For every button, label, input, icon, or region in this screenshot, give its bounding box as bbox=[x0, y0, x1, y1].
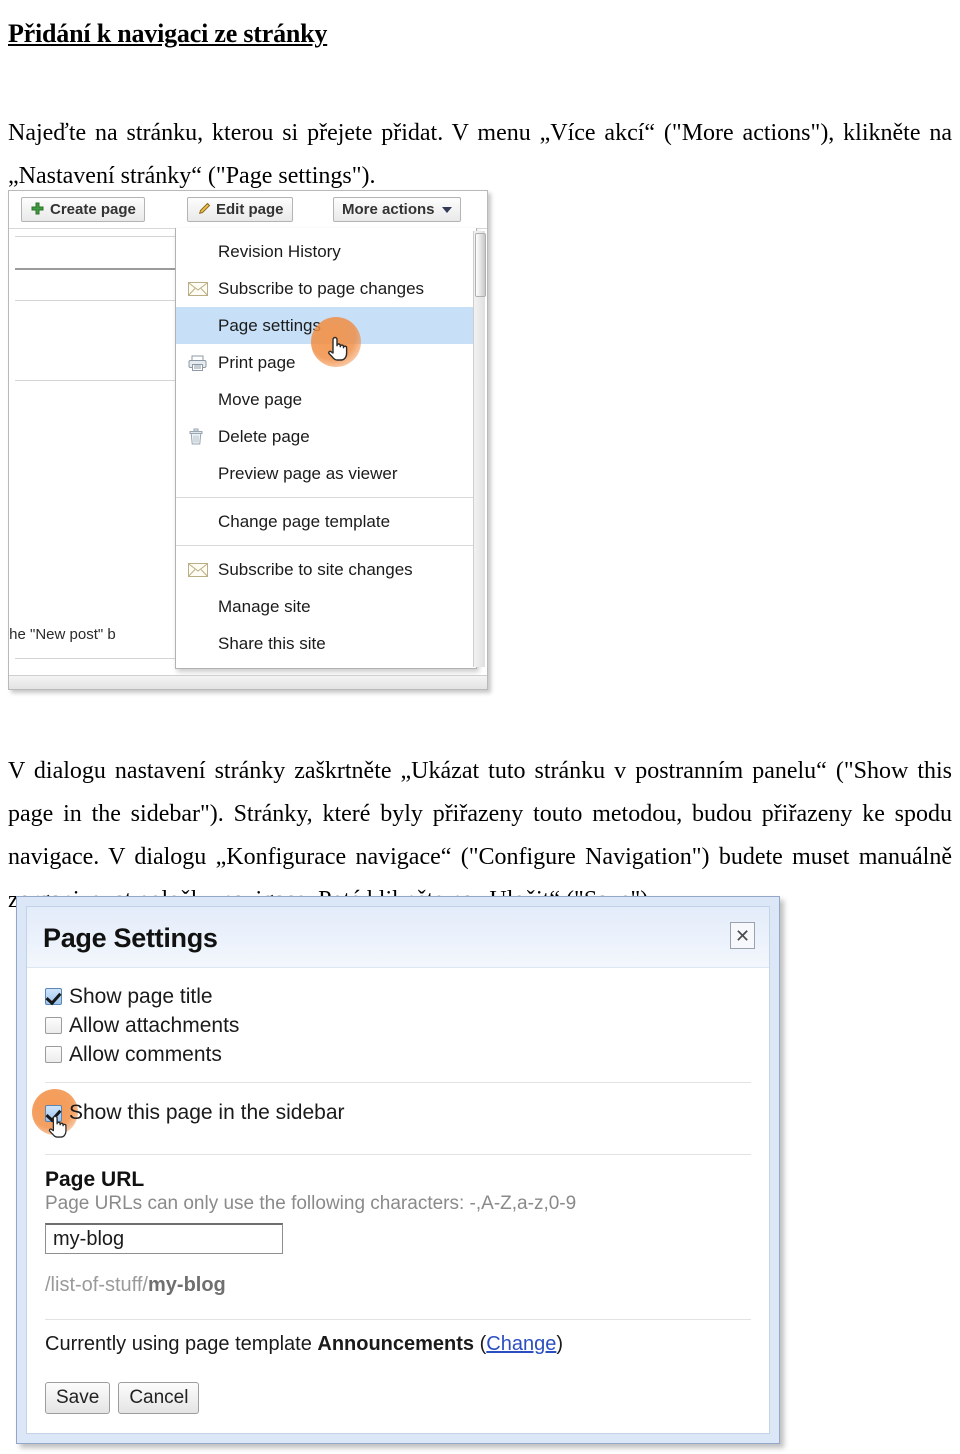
menu-item-label: Move page bbox=[218, 389, 303, 409]
template-name: Announcements bbox=[317, 1333, 475, 1355]
menu-item-move-page[interactable]: Move page bbox=[176, 381, 476, 418]
sites-toolbar: Create page Edit page More actions bbox=[9, 191, 487, 229]
checkbox-show-this-page-in-the-sidebar[interactable] bbox=[45, 1104, 62, 1122]
page-url-label: Page URL bbox=[45, 1168, 145, 1191]
dialog-title: Page Settings bbox=[43, 923, 218, 953]
envelope-icon bbox=[188, 562, 218, 577]
pencil-icon bbox=[196, 202, 211, 217]
vertical-scrollbar[interactable] bbox=[473, 231, 486, 667]
menu-item-label: Print page bbox=[218, 352, 296, 372]
menu-item-label: Share this site bbox=[218, 633, 326, 653]
chevron-down-icon bbox=[441, 206, 452, 213]
more-actions-button[interactable]: More actions bbox=[333, 197, 461, 222]
checkbox-label: Allow attachments bbox=[69, 1013, 240, 1037]
more-actions-label: More actions bbox=[342, 201, 435, 218]
change-template-link[interactable]: Change bbox=[486, 1333, 556, 1355]
divider bbox=[45, 1154, 751, 1155]
template-paren-close: ) bbox=[556, 1333, 564, 1355]
close-icon[interactable]: ✕ bbox=[730, 922, 755, 949]
checkbox-label: Show page title bbox=[69, 984, 213, 1008]
menu-item-subscribe-to-site-changes[interactable]: Subscribe to site changes bbox=[176, 551, 476, 588]
checkbox-show-page-title[interactable] bbox=[45, 988, 62, 1005]
menu-item-share-this-site[interactable]: Share this site bbox=[176, 625, 476, 662]
cancel-button[interactable]: Cancel bbox=[118, 1382, 200, 1414]
save-button[interactable]: Save bbox=[45, 1382, 111, 1414]
horizontal-scrollbar[interactable] bbox=[9, 675, 487, 689]
screenshot-page-settings-dialog: Page Settings ✕ Show page title Allow at… bbox=[16, 896, 780, 1444]
page-title: Přidání k navigaci ze stránky bbox=[8, 19, 328, 49]
checkbox-label: Show this page in the sidebar bbox=[69, 1101, 345, 1124]
page-url-preview: /list-of-stuff/my-blog bbox=[45, 1274, 751, 1297]
menu-separator bbox=[176, 497, 476, 498]
divider bbox=[45, 1082, 751, 1083]
template-paren-open: ( bbox=[474, 1333, 487, 1355]
page-text-fragment: the "New post" b bbox=[8, 626, 116, 643]
menu-item-change-page-template[interactable]: Change page template bbox=[176, 503, 476, 540]
menu-item-delete-page[interactable]: Delete page bbox=[176, 418, 476, 455]
printer-icon bbox=[188, 355, 218, 371]
more-actions-dropdown: Revision History Subscribe to page chang… bbox=[175, 228, 477, 669]
menu-item-label: Revision History bbox=[218, 241, 341, 261]
menu-item-print-page[interactable]: Print page bbox=[176, 344, 476, 381]
menu-item-label: Page settings bbox=[218, 315, 322, 335]
create-page-label: Create page bbox=[50, 201, 136, 218]
url-preview-prefix: /list-of-stuff/ bbox=[45, 1274, 148, 1296]
dialog-body: Show page title Allow attachments Allow … bbox=[27, 968, 769, 1414]
instruction-paragraph-1: Najeďte na stránku, kterou si přejete př… bbox=[8, 120, 952, 189]
page-url-hint: Page URLs can only use the following cha… bbox=[45, 1193, 577, 1214]
template-prefix: Currently using page template bbox=[45, 1333, 318, 1355]
menu-separator bbox=[176, 545, 476, 546]
plus-icon bbox=[30, 202, 45, 217]
checkbox-allow-comments[interactable] bbox=[45, 1046, 62, 1063]
menu-item-preview-page-as-viewer[interactable]: Preview page as viewer bbox=[176, 455, 476, 492]
menu-item-label: Change page template bbox=[218, 511, 391, 531]
page-url-input[interactable]: my-blog bbox=[45, 1223, 283, 1254]
menu-item-label: Subscribe to page changes bbox=[218, 278, 425, 298]
create-page-button[interactable]: Create page bbox=[21, 197, 145, 222]
menu-item-page-settings[interactable]: Page settings bbox=[176, 307, 476, 344]
menu-item-label: Preview page as viewer bbox=[218, 463, 398, 483]
dialog-inner: Page Settings ✕ Show page title Allow at… bbox=[26, 906, 770, 1434]
screenshot-more-actions-menu: the "New post" b Create page Edit page M… bbox=[8, 190, 488, 690]
checkbox-label: Allow comments bbox=[69, 1042, 222, 1066]
trash-icon bbox=[188, 428, 218, 445]
edit-page-label: Edit page bbox=[216, 201, 284, 218]
menu-item-label: Delete page bbox=[218, 426, 310, 446]
checkbox-row-allow-comments[interactable]: Allow comments bbox=[45, 1040, 751, 1069]
menu-item-label: Manage site bbox=[218, 596, 311, 616]
scrollbar-thumb[interactable] bbox=[475, 233, 486, 297]
page-url-value: my-blog bbox=[53, 1227, 125, 1250]
menu-item-label: Subscribe to site changes bbox=[218, 559, 413, 579]
url-preview-slug: my-blog bbox=[148, 1274, 226, 1296]
menu-item-subscribe-to-page-changes[interactable]: Subscribe to page changes bbox=[176, 270, 476, 307]
checkbox-row-allow-attachments[interactable]: Allow attachments bbox=[45, 1011, 751, 1040]
menu-item-revision-history[interactable]: Revision History bbox=[176, 233, 476, 270]
menu-item-manage-site[interactable]: Manage site bbox=[176, 588, 476, 625]
dialog-button-row: Save Cancel bbox=[45, 1382, 751, 1414]
edit-page-button[interactable]: Edit page bbox=[187, 197, 293, 222]
checkbox-row-show-in-sidebar[interactable]: Show this page in the sidebar bbox=[32, 1089, 751, 1138]
dialog-title-bar: Page Settings ✕ bbox=[27, 907, 769, 968]
divider bbox=[45, 1319, 751, 1320]
checkbox-allow-attachments[interactable] bbox=[45, 1017, 62, 1034]
page-template-row: Currently using page template Announceme… bbox=[45, 1333, 751, 1356]
checkbox-row-show-page-title[interactable]: Show page title bbox=[45, 982, 751, 1011]
envelope-icon bbox=[188, 281, 218, 296]
